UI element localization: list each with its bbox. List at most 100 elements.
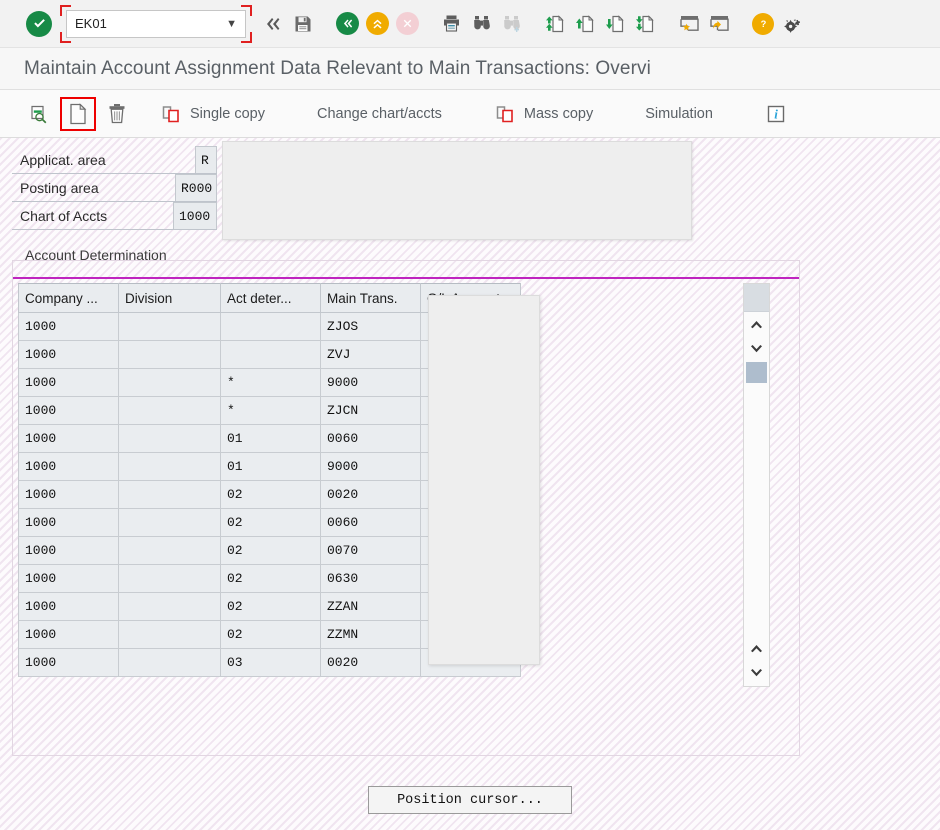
save-icon[interactable]	[288, 8, 318, 40]
exit-up-circle-icon[interactable]	[362, 8, 392, 40]
cell-act-determination[interactable]: 02	[220, 592, 321, 621]
application-toolbar: Single copy Change chart/accts Mass copy…	[0, 90, 940, 138]
cell-act-determination[interactable]	[220, 340, 321, 369]
cell-company-code[interactable]: 1000	[18, 312, 119, 341]
cell-division[interactable]	[118, 592, 221, 621]
previous-page-icon[interactable]	[570, 8, 600, 40]
info-icon: i	[765, 103, 787, 125]
cell-division[interactable]	[118, 536, 221, 565]
next-page-icon[interactable]	[600, 8, 630, 40]
command-input[interactable]: EK01 ▼	[66, 9, 246, 38]
simulation-button[interactable]: Simulation	[639, 97, 719, 131]
cell-division[interactable]	[118, 452, 221, 481]
chart-of-accts-value[interactable]: 1000	[173, 202, 217, 229]
cell-main-trans[interactable]: 0020	[320, 648, 421, 677]
posting-area-value[interactable]: R000	[175, 174, 217, 201]
scrollbar-corner-box	[744, 284, 769, 312]
create-favorite-icon[interactable]	[674, 8, 704, 40]
cell-main-trans[interactable]: 0630	[320, 564, 421, 593]
cell-company-code[interactable]: 1000	[18, 368, 119, 397]
last-page-icon[interactable]	[630, 8, 660, 40]
svg-text:i: i	[774, 106, 778, 121]
cell-company-code[interactable]: 1000	[18, 536, 119, 565]
cell-act-determination[interactable]: 03	[220, 648, 321, 677]
scrollbar-thumb[interactable]	[746, 362, 767, 383]
column-header-division[interactable]: Division	[118, 283, 221, 313]
change-chart-accts-button[interactable]: Change chart/accts	[311, 97, 448, 131]
cell-act-determination[interactable]: *	[220, 396, 321, 425]
cell-main-trans[interactable]: 0060	[320, 424, 421, 453]
cell-company-code[interactable]: 1000	[18, 564, 119, 593]
cell-company-code[interactable]: 1000	[18, 620, 119, 649]
cell-act-determination[interactable]: 02	[220, 536, 321, 565]
cell-company-code[interactable]: 1000	[18, 452, 119, 481]
column-header-act-determination[interactable]: Act deter...	[220, 283, 321, 313]
cell-division[interactable]	[118, 368, 221, 397]
cell-main-trans[interactable]: ZJOS	[320, 312, 421, 341]
cell-main-trans[interactable]: 0020	[320, 480, 421, 509]
single-copy-label: Single copy	[190, 105, 265, 122]
cell-act-determination[interactable]	[220, 312, 321, 341]
cell-act-determination[interactable]: *	[220, 368, 321, 397]
check-circle-icon[interactable]	[26, 10, 52, 37]
mass-copy-button[interactable]: Mass copy	[488, 97, 599, 131]
cell-division[interactable]	[118, 564, 221, 593]
table-vertical-scrollbar[interactable]	[743, 283, 770, 687]
single-copy-button[interactable]: Single copy	[154, 97, 271, 131]
first-page-icon[interactable]	[540, 8, 570, 40]
cell-division[interactable]	[118, 648, 221, 677]
display-change-button[interactable]	[22, 97, 56, 131]
help-icon[interactable]: ?	[748, 8, 778, 40]
cell-division[interactable]	[118, 620, 221, 649]
cell-main-trans[interactable]: 0070	[320, 536, 421, 565]
cell-company-code[interactable]: 1000	[18, 592, 119, 621]
cell-company-code[interactable]: 1000	[18, 508, 119, 537]
cell-company-code[interactable]: 1000	[18, 480, 119, 509]
cell-division[interactable]	[118, 480, 221, 509]
cell-act-determination[interactable]: 01	[220, 452, 321, 481]
cell-act-determination[interactable]: 02	[220, 480, 321, 509]
generate-shortcut-icon[interactable]	[704, 8, 734, 40]
cell-main-trans[interactable]: ZVJ	[320, 340, 421, 369]
mass-copy-label: Mass copy	[523, 105, 594, 122]
cell-division[interactable]	[118, 424, 221, 453]
new-entries-button[interactable]	[60, 96, 96, 131]
column-header-main-trans[interactable]: Main Trans.	[320, 283, 421, 313]
chevron-down-icon[interactable]	[744, 660, 769, 684]
print-icon[interactable]	[436, 8, 466, 40]
column-header-company-code[interactable]: Company ...	[18, 283, 119, 313]
cell-division[interactable]	[118, 312, 221, 341]
cell-act-determination[interactable]: 02	[220, 508, 321, 537]
cell-company-code[interactable]: 1000	[18, 340, 119, 369]
delete-button[interactable]	[100, 97, 134, 131]
cell-company-code[interactable]: 1000	[18, 648, 119, 677]
applicat-area-value[interactable]: R	[195, 146, 217, 173]
cell-main-trans[interactable]: ZJCN	[320, 396, 421, 425]
chevron-down-icon[interactable]	[744, 336, 769, 360]
copy-icon	[494, 103, 516, 125]
cell-main-trans[interactable]: 0060	[320, 508, 421, 537]
chevron-up-icon[interactable]	[744, 312, 769, 336]
back-circle-icon[interactable]	[332, 8, 362, 40]
cell-main-trans[interactable]: ZZAN	[320, 592, 421, 621]
cell-main-trans[interactable]: 9000	[320, 368, 421, 397]
find-binoculars-icon[interactable]	[466, 8, 496, 40]
cell-act-determination[interactable]: 02	[220, 564, 321, 593]
back-chevrons-icon[interactable]	[258, 8, 288, 40]
cell-division[interactable]	[118, 508, 221, 537]
simulation-label: Simulation	[645, 105, 713, 122]
cell-act-determination[interactable]: 02	[220, 620, 321, 649]
position-cursor-button[interactable]: Position cursor...	[368, 786, 572, 814]
customize-gear-icon[interactable]	[778, 8, 808, 40]
cancel-circle-icon	[392, 8, 422, 40]
cell-division[interactable]	[118, 340, 221, 369]
cell-act-determination[interactable]: 01	[220, 424, 321, 453]
cell-main-trans[interactable]: 9000	[320, 452, 421, 481]
cell-division[interactable]	[118, 396, 221, 425]
information-button[interactable]: i	[759, 97, 793, 131]
cell-company-code[interactable]: 1000	[18, 396, 119, 425]
cell-company-code[interactable]: 1000	[18, 424, 119, 453]
chevron-up-icon[interactable]	[744, 636, 769, 660]
chevron-down-icon[interactable]: ▼	[226, 18, 237, 30]
cell-main-trans[interactable]: ZZMN	[320, 620, 421, 649]
